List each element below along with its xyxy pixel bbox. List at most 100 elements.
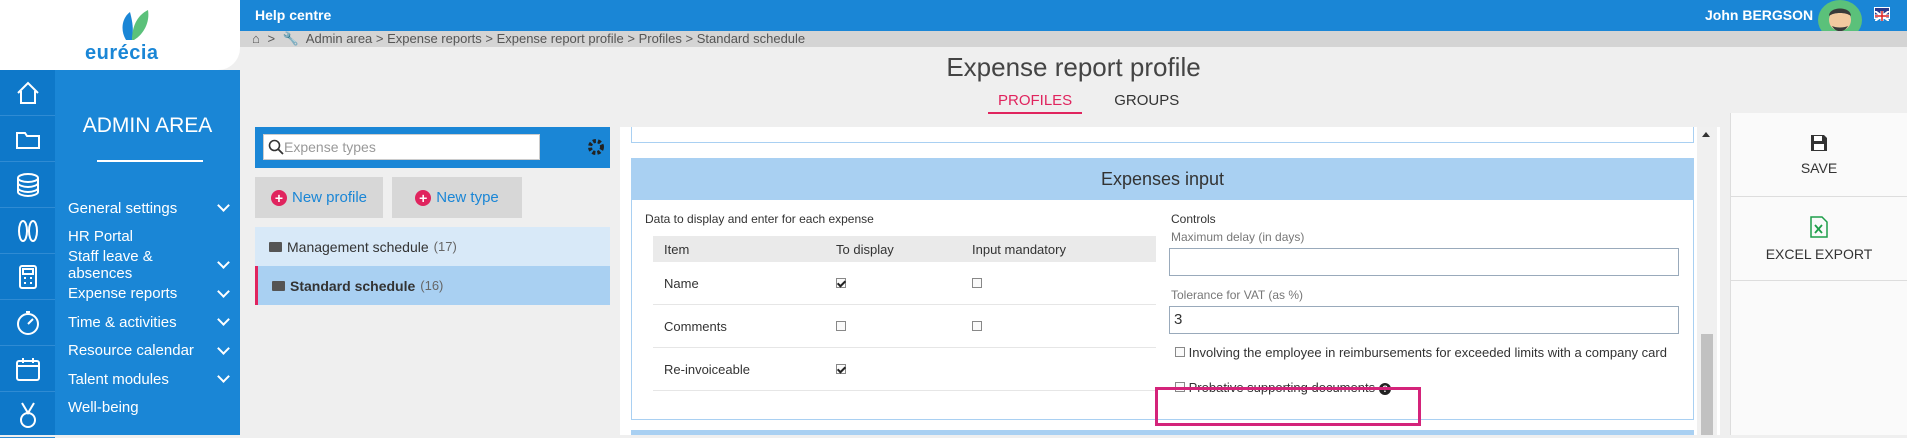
menu-item-well-being[interactable]: Well-being (68, 394, 236, 423)
icon-rail (0, 70, 55, 438)
export-label: EXCEL EXPORT (1765, 245, 1873, 262)
row-item: Re-invoiceable (664, 361, 750, 377)
table-row: Comments (653, 305, 1156, 348)
save-button[interactable]: SAVE (1731, 113, 1907, 197)
menu-item-label: General settings (68, 199, 178, 217)
scrollbar-thumb[interactable] (1701, 334, 1713, 435)
row-item: Name (664, 275, 699, 291)
coins-icon[interactable] (0, 162, 55, 208)
column-header: Input mandatory (972, 241, 1066, 257)
data-caption: Data to display and enter for each expen… (645, 212, 874, 226)
vat-label: Tolerance for VAT (as %) (1171, 288, 1304, 302)
user-name[interactable]: John BERGSON (1705, 7, 1813, 23)
calculator-icon[interactable] (0, 254, 55, 300)
folder-icon[interactable] (0, 116, 55, 162)
admin-menu: ADMIN AREA General settings HR Portal St… (55, 70, 240, 435)
profile-name: Management schedule (287, 238, 429, 255)
menu-item-hr-portal[interactable]: HR Portal (68, 223, 236, 252)
admin-area-title: ADMIN AREA (82, 114, 213, 137)
folder-icon (272, 280, 285, 291)
chevron-down-icon (217, 199, 230, 213)
max-delay-input[interactable] (1169, 248, 1679, 276)
max-delay-label: Maximum delay (in days) (1171, 230, 1305, 244)
chevron-down-icon (217, 313, 230, 327)
folder-icon (269, 241, 282, 252)
tab-profiles[interactable]: PROFILES (988, 92, 1083, 114)
row-item: Comments (664, 318, 727, 334)
menu-item-resource-calendar[interactable]: Resource calendar (68, 337, 236, 366)
profile-count: (16) (420, 278, 444, 293)
chevron-down-icon (217, 284, 230, 298)
list-item-selected[interactable]: Standard schedule (16) (255, 266, 610, 305)
breadcrumb-path[interactable]: Admin area > Expense reports > Expense r… (306, 31, 805, 46)
excel-export-button[interactable]: EXCEL EXPORT (1731, 197, 1907, 281)
actions-panel: SAVE EXCEL EXPORT (1730, 113, 1907, 435)
menu-item-label: Well-being (68, 399, 139, 417)
column-header: Item (664, 241, 690, 257)
chevron-down-icon (217, 370, 230, 384)
search-input[interactable]: Expense types (263, 134, 540, 160)
home-icon[interactable] (0, 70, 55, 116)
save-label: SAVE (1800, 159, 1838, 176)
menu-item-label: HR Portal (68, 228, 134, 246)
display-checkbox[interactable] (836, 277, 846, 288)
mandatory-checkbox[interactable] (972, 320, 982, 331)
menu-item-label: Staff leave & absences (68, 248, 153, 283)
profile-name: Standard schedule (290, 277, 416, 294)
logo[interactable]: eurécia (0, 0, 240, 70)
search-bar: Expense types (255, 127, 610, 168)
excel-file-icon (1810, 215, 1828, 238)
chevron-down-icon (217, 256, 230, 270)
column-header: To display (836, 241, 894, 257)
menu-item-expense-reports[interactable]: Expense reports (68, 280, 236, 309)
stopwatch-icon[interactable] (0, 300, 55, 346)
menu-item-general-settings[interactable]: General settings (68, 194, 236, 223)
display-checkbox[interactable] (836, 320, 846, 331)
next-section (631, 430, 1694, 435)
page-title: Expense report profile (946, 52, 1201, 82)
search-placeholder: Expense types (284, 139, 376, 155)
home-icon[interactable]: ⌂ (252, 31, 260, 46)
language-flag-icon[interactable] (1874, 7, 1890, 22)
table-row: Name (653, 262, 1156, 305)
menu-item-staff-leave[interactable]: Staff leave & absences (68, 248, 236, 283)
list-item[interactable]: Management schedule (17) (255, 227, 610, 266)
profile-list-panel: Expense types + New profile + New type Man… (255, 127, 610, 305)
scroll-up-arrow-icon[interactable] (1702, 132, 1710, 137)
involve-label: Involving the employee in reimbursements… (1188, 345, 1667, 360)
controls-caption: Controls (1171, 212, 1216, 226)
calendar-icon[interactable] (0, 346, 55, 392)
chevron-down-icon (217, 341, 230, 355)
display-checkbox[interactable] (836, 363, 846, 374)
tab-groups[interactable]: GROUPS (1104, 92, 1189, 114)
wrench-icon: 🔧 (282, 31, 299, 46)
eurecia-logo-icon (122, 10, 149, 40)
sandals-icon[interactable] (0, 208, 55, 254)
plus-icon: + (270, 189, 287, 206)
search-icon (268, 139, 284, 155)
scrollbar[interactable] (1697, 127, 1717, 435)
involve-checkbox[interactable] (1175, 347, 1185, 357)
floppy-disk-icon (1811, 134, 1827, 151)
menu-item-label: Talent modules (68, 370, 169, 388)
top-bar: Help centre John BERGSON (240, 0, 1907, 31)
menu-item-label: Expense reports (68, 285, 178, 303)
new-profile-button[interactable]: + New profile (255, 177, 383, 218)
table-header: Item To display Input mandatory (653, 236, 1156, 262)
menu-item-time-activities[interactable]: Time & activities (68, 308, 236, 337)
profile-count: (17) (433, 239, 457, 254)
highlight-box (1155, 387, 1421, 426)
table-row: Re-invoiceable (653, 348, 1156, 391)
menu-item-talent-modules[interactable]: Talent modules (68, 365, 236, 394)
tab-bar: PROFILES GROUPS (988, 92, 1189, 114)
new-profile-label: New profile (291, 189, 368, 206)
vat-tolerance-input[interactable]: 3 (1169, 306, 1679, 334)
breadcrumb: ⌂ > 🔧 Admin area > Expense reports > Exp… (240, 31, 1907, 47)
plus-icon: + (415, 189, 432, 206)
help-centre-link[interactable]: Help centre (255, 7, 331, 23)
mandatory-checkbox[interactable] (972, 277, 982, 288)
involve-employee-option[interactable]: Involving the employee in reimbursements… (1175, 343, 1675, 362)
gear-icon[interactable] (585, 136, 607, 158)
new-type-button[interactable]: + New type (392, 177, 522, 218)
medal-icon[interactable] (0, 392, 55, 438)
